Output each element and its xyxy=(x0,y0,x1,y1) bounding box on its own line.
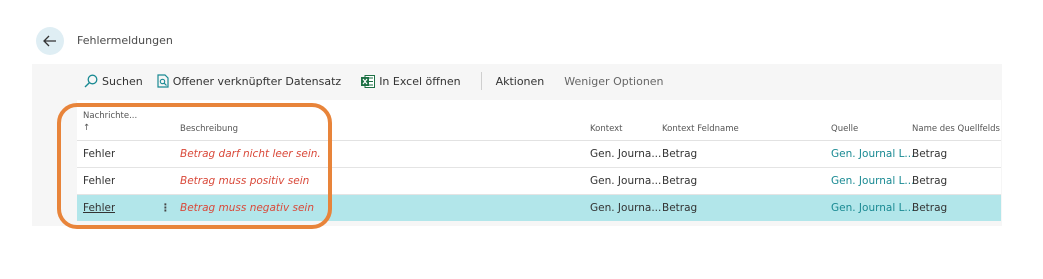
search-label: Suchen xyxy=(102,74,143,88)
source-field-cell[interactable]: Betrag xyxy=(912,195,947,221)
search-icon xyxy=(84,74,98,88)
table-row[interactable]: Fehler Betrag darf nicht leer sein. Gen.… xyxy=(77,141,1001,168)
message-type-cell[interactable]: Fehler xyxy=(83,195,115,221)
excel-icon xyxy=(361,74,376,88)
page-title: Fehlermeldungen xyxy=(77,34,173,47)
message-type-cell[interactable]: Fehler xyxy=(83,168,115,194)
search-button[interactable]: Suchen xyxy=(84,74,143,88)
table-row-selected[interactable]: Fehler ⋮ Betrag muss negativ sein Gen. J… xyxy=(77,195,1001,221)
back-button[interactable] xyxy=(36,27,64,55)
excel-label: In Excel öffnen xyxy=(379,74,461,88)
row-menu-icon[interactable]: ⋮ xyxy=(160,195,171,221)
arrow-left-icon xyxy=(43,35,56,47)
source-link[interactable]: Gen. Journal L... xyxy=(831,168,914,194)
fewer-options-button[interactable]: Weniger Optionen xyxy=(564,75,663,88)
sort-ascending-icon: ↑ xyxy=(83,123,91,133)
open-related-label: Offener verknüpfter Datensatz xyxy=(172,74,342,88)
context-cell[interactable]: Gen. Journa... xyxy=(590,195,661,221)
description-cell[interactable]: Betrag muss positiv sein xyxy=(180,168,309,194)
source-field-cell[interactable]: Betrag xyxy=(912,141,947,167)
table-row[interactable]: Fehler Betrag muss positiv sein Gen. Jou… xyxy=(77,168,1001,195)
open-record-icon xyxy=(157,74,169,88)
column-header-description[interactable]: Beschreibung xyxy=(180,124,238,134)
context-cell[interactable]: Gen. Journa... xyxy=(590,168,661,194)
column-header-message-type-label: Nachrichte... xyxy=(83,111,138,121)
open-in-excel-button[interactable]: In Excel öffnen xyxy=(361,74,461,88)
column-header-context[interactable]: Kontext xyxy=(590,124,623,134)
column-header-source-field[interactable]: Name des Quellfelds xyxy=(912,124,1000,134)
table-header: Nachrichte... ↑ Beschreibung Kontext Kon… xyxy=(77,100,1001,141)
source-link[interactable]: Gen. Journal L... xyxy=(831,195,914,221)
source-link[interactable]: Gen. Journal L... xyxy=(831,141,914,167)
message-type-cell[interactable]: Fehler xyxy=(83,141,115,167)
error-messages-grid: Nachrichte... ↑ Beschreibung Kontext Kon… xyxy=(77,100,1001,221)
fewer-options-label: Weniger Optionen xyxy=(564,74,664,88)
toolbar-divider xyxy=(480,72,482,90)
actions-menu-button[interactable]: Aktionen xyxy=(496,75,545,88)
context-field-cell[interactable]: Betrag xyxy=(662,168,697,194)
column-header-context-field[interactable]: Kontext Feldname xyxy=(662,124,739,134)
actions-label: Aktionen xyxy=(495,74,545,88)
open-related-record-button[interactable]: Offener verknüpfter Datensatz xyxy=(157,74,341,88)
action-bar: Suchen Offener verknüpfter Datensatz In … xyxy=(84,72,664,90)
context-cell[interactable]: Gen. Journa... xyxy=(590,141,661,167)
source-field-cell[interactable]: Betrag xyxy=(912,168,947,194)
context-field-cell[interactable]: Betrag xyxy=(662,195,697,221)
context-field-cell[interactable]: Betrag xyxy=(662,141,697,167)
column-header-message-type[interactable]: Nachrichte... ↑ xyxy=(83,110,137,134)
column-header-source[interactable]: Quelle xyxy=(831,124,858,134)
description-cell[interactable]: Betrag muss negativ sein xyxy=(180,195,314,221)
description-cell[interactable]: Betrag darf nicht leer sein. xyxy=(180,141,321,167)
